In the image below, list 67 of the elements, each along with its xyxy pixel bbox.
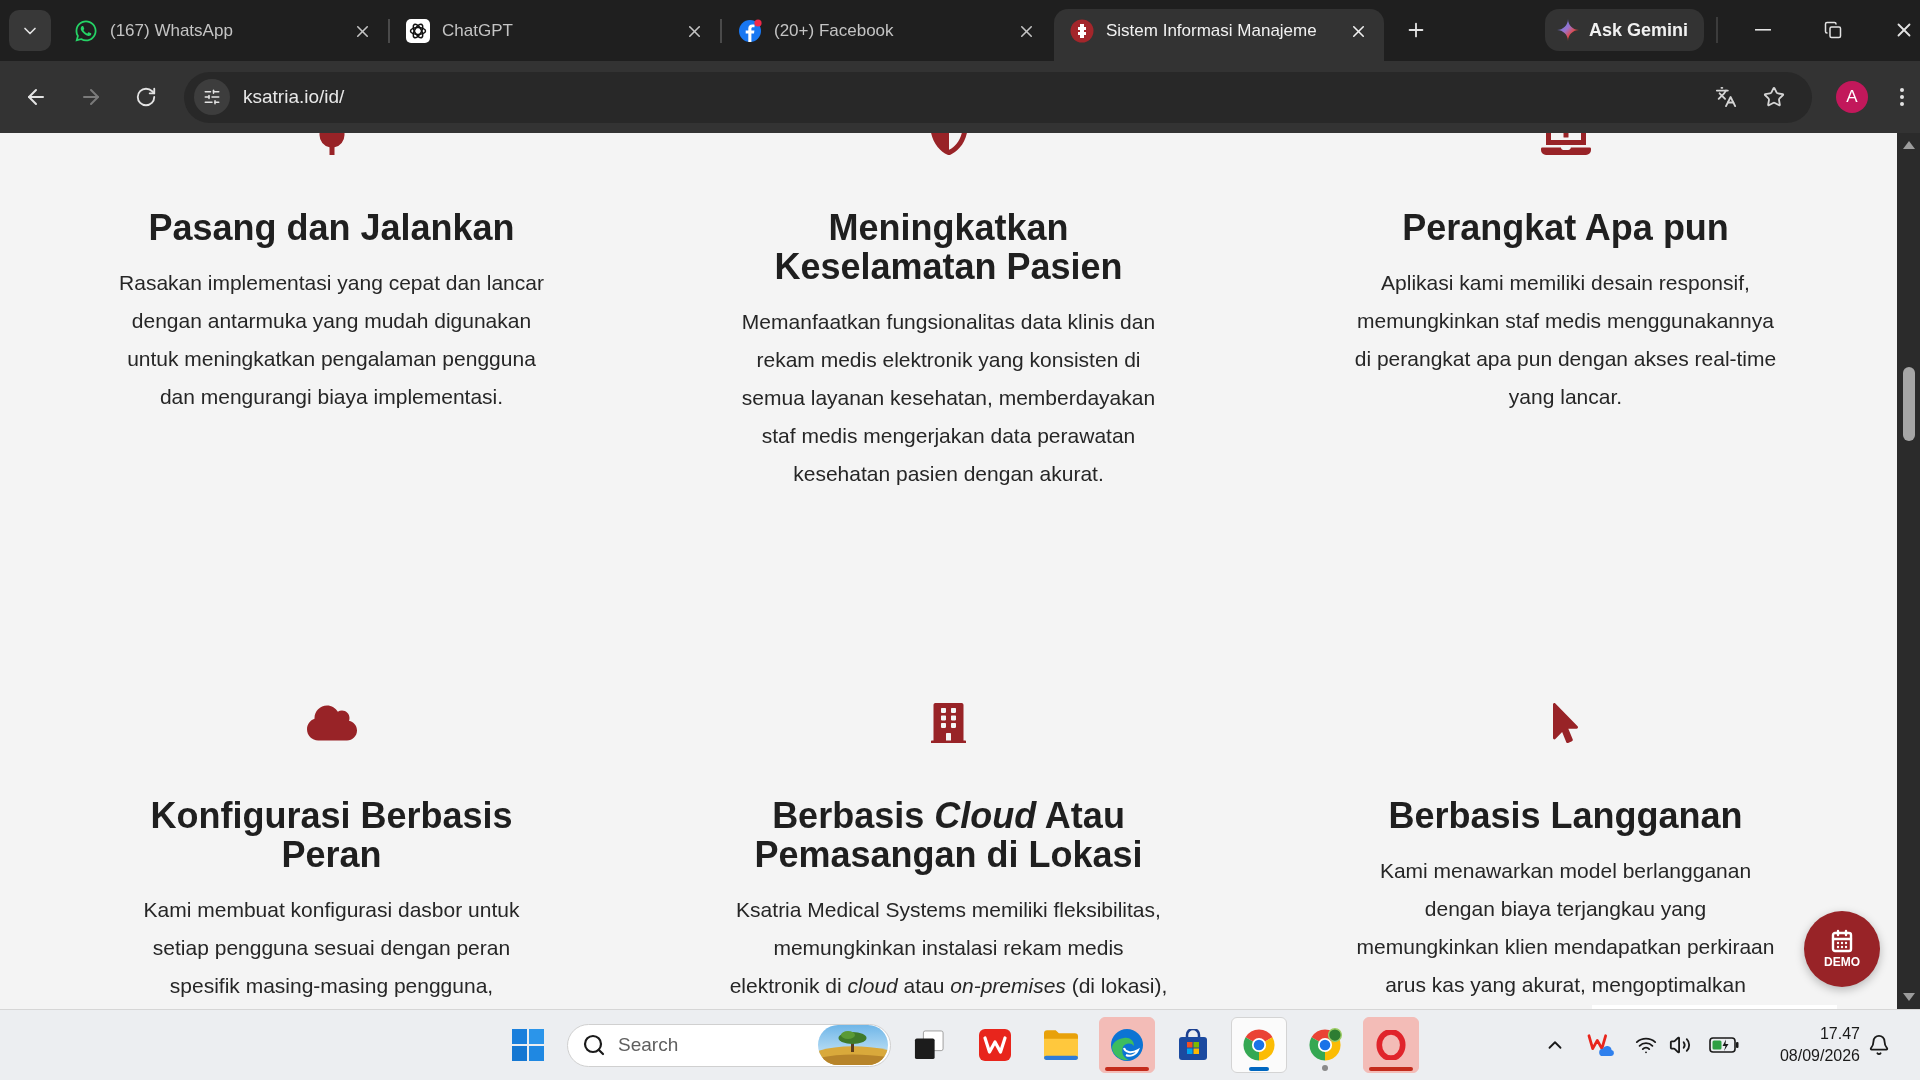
feature-title: Konfigurasi Berbasis Peran	[150, 796, 513, 874]
status-indicator	[1322, 1065, 1328, 1071]
kebab-menu-icon	[1900, 88, 1904, 106]
feature-description: Memanfaatkan fungsionalitas data klinis dan rekam medis elektronik yang konsisten di semua layanan kesehatan, memberdayakan staf medis mengerjakan data perawatan kesehatan pasien dengan akurat.	[741, 309, 1156, 487]
sparkle-icon	[1556, 19, 1579, 41]
ring-logo-icon	[1376, 1030, 1406, 1060]
status-indicator	[1369, 1067, 1413, 1071]
star-icon	[1763, 86, 1785, 108]
battery-charging-icon[interactable]	[1709, 1037, 1739, 1053]
feature-description: Ksatria Medical Systems memiliki fleksibilitas, memungkinkan instalasi rekam medis elektronik di cloud atau on-premises (di lokasi),	[729, 897, 1168, 999]
f-logo-icon	[738, 19, 762, 43]
translate-icon	[1715, 86, 1737, 108]
cloud-icon	[306, 703, 357, 743]
bell-icon[interactable]	[1868, 1034, 1890, 1056]
feature-title: Berbasis Cloud Atau Pemasangan di Lokasi	[754, 796, 1143, 874]
feature-title: Perangkat Apa pun	[1402, 208, 1729, 247]
browser-tab[interactable]: ChatGPT	[390, 9, 720, 61]
clock-time: 17.47	[1819, 1025, 1860, 1043]
reload-icon	[135, 86, 157, 108]
feature-title: Pasang dan Jalankan	[148, 208, 515, 247]
sliders-icon	[203, 88, 221, 106]
feature-description: Rasakan implementasi yang cepat dan lancar dengan antarmuka yang mudah digunakan untuk meningkatkan pengalaman pengguna dan mengurangi biaya implementasi.	[119, 270, 544, 410]
laptop-medical-icon	[1540, 133, 1591, 155]
calendar-icon	[1830, 929, 1854, 953]
zigzag-logo-icon	[979, 1029, 1011, 1061]
round-logo-icon	[1308, 1028, 1342, 1062]
folder-icon	[1044, 1030, 1078, 1060]
browser-tab[interactable]: (20+) Facebook	[722, 9, 1052, 61]
scroll-up-icon[interactable]	[1902, 141, 1915, 149]
wave-logo-icon	[1111, 1029, 1143, 1061]
browser-tab[interactable]: Sistem Informasi Manajeme	[1054, 9, 1384, 61]
search-field[interactable]: Search	[567, 1023, 891, 1067]
cursor-icon	[1553, 703, 1578, 743]
restore-icon	[1824, 21, 1842, 39]
profile-button[interactable]: A	[1836, 81, 1868, 113]
taskbar-app-button[interactable]	[1231, 1017, 1287, 1073]
scrollbar-thumb[interactable]	[1902, 367, 1915, 441]
clock-date: 08/09/2026	[1779, 1047, 1860, 1065]
zigzag-cloud-icon[interactable]	[1587, 1033, 1615, 1057]
browser-tab[interactable]: (167) WhatsApp	[58, 9, 388, 61]
round-logo-icon	[1242, 1028, 1276, 1062]
feature-title: Meningkatkan Keselamatan Pasien	[774, 208, 1123, 286]
ask-gemini-button[interactable]: Ask Gemini	[1544, 9, 1704, 51]
search-icon	[582, 1033, 606, 1057]
site-info-button[interactable]	[194, 79, 230, 115]
shield-icon	[928, 133, 969, 155]
knot-logo-icon	[406, 19, 430, 43]
address-field[interactable]: ksatria.io/id/	[184, 71, 1812, 123]
volume-icon[interactable]	[1669, 1034, 1691, 1056]
building-icon	[931, 703, 966, 743]
feature-description: Kami menawarkan model berlangganan dengan biaya terjangkau yang memungkinkan klien mendapatkan perkiraan arus kas yang akurat, mengoptimalkan	[1356, 858, 1775, 998]
phone-bubble-icon	[74, 19, 98, 43]
feature-title: Berbasis Langganan	[1388, 796, 1743, 835]
minimize-icon	[1755, 29, 1771, 31]
scroll-down-icon[interactable]	[1902, 993, 1915, 1001]
start-icon	[512, 1029, 544, 1061]
round-logo-icon	[1070, 19, 1094, 43]
task-view-icon	[914, 1030, 944, 1060]
feature-description: Aplikasi kami memiliki desain responsif, memungkinkan staf medis menggunakannya di perangkat apa pun dengan akses real-time yang lancar.	[1354, 270, 1777, 410]
feature-description: Kami membuat konfigurasi dasbor untuk setiap pengguna sesuai dengan peran spesifik masing-masing pengguna,	[143, 897, 520, 999]
taskbar-app-button[interactable]	[1099, 1017, 1155, 1073]
taskbar-app-button[interactable]	[1363, 1017, 1419, 1073]
tree-landscape-icon	[818, 1025, 888, 1065]
status-indicator	[1105, 1067, 1149, 1071]
store-bag-icon	[1177, 1029, 1209, 1061]
status-indicator	[1249, 1067, 1269, 1071]
demo-button[interactable]: DEMO	[1804, 911, 1880, 987]
